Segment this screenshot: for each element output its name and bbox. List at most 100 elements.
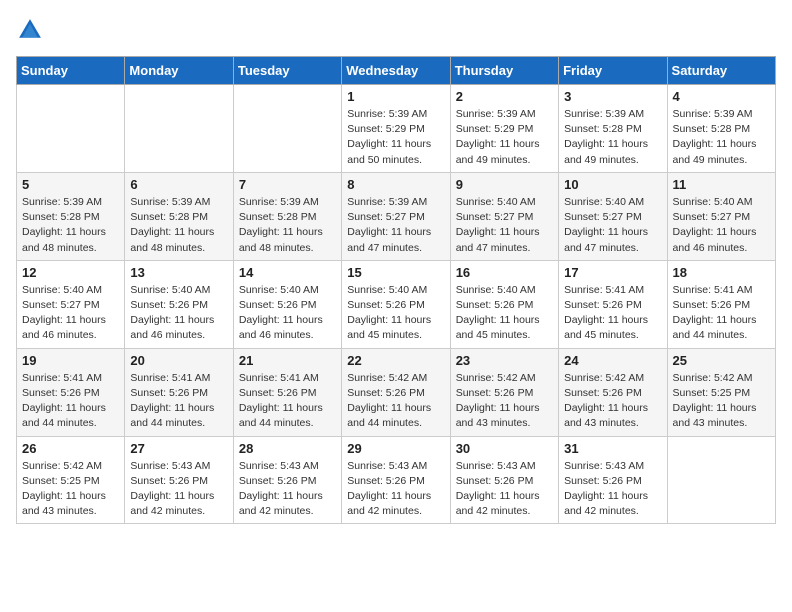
day-info: Sunrise: 5:39 AM Sunset: 5:29 PM Dayligh…	[347, 107, 444, 168]
calendar-cell: 31 Sunrise: 5:43 AM Sunset: 5:26 PM Dayli…	[559, 436, 667, 524]
logo-icon	[16, 16, 44, 44]
day-info: Sunrise: 5:39 AM Sunset: 5:28 PM Dayligh…	[22, 195, 119, 256]
header-friday: Friday	[559, 57, 667, 85]
day-info: Sunrise: 5:42 AM Sunset: 5:25 PM Dayligh…	[673, 371, 770, 432]
day-info: Sunrise: 5:40 AM Sunset: 5:26 PM Dayligh…	[456, 283, 553, 344]
day-number: 16	[456, 265, 553, 280]
calendar-table: SundayMondayTuesdayWednesdayThursdayFrid…	[16, 56, 776, 524]
day-info: Sunrise: 5:43 AM Sunset: 5:26 PM Dayligh…	[130, 459, 227, 520]
day-number: 25	[673, 353, 770, 368]
day-info: Sunrise: 5:43 AM Sunset: 5:26 PM Dayligh…	[564, 459, 661, 520]
day-number: 3	[564, 89, 661, 104]
day-number: 17	[564, 265, 661, 280]
day-info: Sunrise: 5:40 AM Sunset: 5:26 PM Dayligh…	[130, 283, 227, 344]
day-number: 23	[456, 353, 553, 368]
day-info: Sunrise: 5:39 AM Sunset: 5:28 PM Dayligh…	[673, 107, 770, 168]
day-info: Sunrise: 5:40 AM Sunset: 5:27 PM Dayligh…	[22, 283, 119, 344]
header-thursday: Thursday	[450, 57, 558, 85]
calendar-week-row: 19 Sunrise: 5:41 AM Sunset: 5:26 PM Dayli…	[17, 348, 776, 436]
calendar-cell: 4 Sunrise: 5:39 AM Sunset: 5:28 PM Daylig…	[667, 85, 775, 173]
day-number: 21	[239, 353, 336, 368]
calendar-cell: 10Sunrise: 5:40 AM Sunset: 5:27 PM Dayli…	[559, 172, 667, 260]
calendar-week-row: 5 Sunrise: 5:39 AM Sunset: 5:28 PM Daylig…	[17, 172, 776, 260]
header-tuesday: Tuesday	[233, 57, 341, 85]
calendar-cell: 24 Sunrise: 5:42 AM Sunset: 5:26 PM Dayli…	[559, 348, 667, 436]
calendar-cell: 14 Sunrise: 5:40 AM Sunset: 5:26 PM Dayli…	[233, 260, 341, 348]
calendar-cell	[233, 85, 341, 173]
day-info: Sunrise: 5:43 AM Sunset: 5:26 PM Dayligh…	[239, 459, 336, 520]
day-number: 6	[130, 177, 227, 192]
day-info: Sunrise: 5:42 AM Sunset: 5:26 PM Dayligh…	[347, 371, 444, 432]
calendar-cell: 5 Sunrise: 5:39 AM Sunset: 5:28 PM Daylig…	[17, 172, 125, 260]
day-info: Sunrise: 5:40 AM Sunset: 5:26 PM Dayligh…	[239, 283, 336, 344]
day-number: 15	[347, 265, 444, 280]
day-number: 12	[22, 265, 119, 280]
calendar-cell: 9 Sunrise: 5:40 AM Sunset: 5:27 PM Daylig…	[450, 172, 558, 260]
calendar-cell	[125, 85, 233, 173]
day-info: Sunrise: 5:43 AM Sunset: 5:26 PM Dayligh…	[347, 459, 444, 520]
calendar-cell: 12 Sunrise: 5:40 AM Sunset: 5:27 PM Dayli…	[17, 260, 125, 348]
day-info: Sunrise: 5:39 AM Sunset: 5:28 PM Dayligh…	[564, 107, 661, 168]
day-info: Sunrise: 5:40 AM Sunset: 5:26 PM Dayligh…	[347, 283, 444, 344]
day-number: 5	[22, 177, 119, 192]
day-number: 24	[564, 353, 661, 368]
day-number: 13	[130, 265, 227, 280]
day-number: 18	[673, 265, 770, 280]
day-number: 31	[564, 441, 661, 456]
calendar-cell: 20 Sunrise: 5:41 AM Sunset: 5:26 PM Dayli…	[125, 348, 233, 436]
day-number: 19	[22, 353, 119, 368]
day-info: Sunrise: 5:39 AM Sunset: 5:27 PM Dayligh…	[347, 195, 444, 256]
calendar-week-row: 26Sunrise: 5:42 AM Sunset: 5:25 PM Dayli…	[17, 436, 776, 524]
day-info: Sunrise: 5:39 AM Sunset: 5:28 PM Dayligh…	[239, 195, 336, 256]
day-number: 8	[347, 177, 444, 192]
day-number: 10	[564, 177, 661, 192]
day-number: 27	[130, 441, 227, 456]
calendar-cell: 7 Sunrise: 5:39 AM Sunset: 5:28 PM Daylig…	[233, 172, 341, 260]
day-info: Sunrise: 5:41 AM Sunset: 5:26 PM Dayligh…	[22, 371, 119, 432]
calendar-cell: 28 Sunrise: 5:43 AM Sunset: 5:26 PM Dayli…	[233, 436, 341, 524]
day-number: 29	[347, 441, 444, 456]
day-info: Sunrise: 5:39 AM Sunset: 5:29 PM Dayligh…	[456, 107, 553, 168]
day-number: 2	[456, 89, 553, 104]
day-number: 14	[239, 265, 336, 280]
day-info: Sunrise: 5:41 AM Sunset: 5:26 PM Dayligh…	[239, 371, 336, 432]
calendar-cell: 3 Sunrise: 5:39 AM Sunset: 5:28 PM Daylig…	[559, 85, 667, 173]
header-sunday: Sunday	[17, 57, 125, 85]
day-number: 4	[673, 89, 770, 104]
calendar-cell: 26Sunrise: 5:42 AM Sunset: 5:25 PM Dayli…	[17, 436, 125, 524]
header-wednesday: Wednesday	[342, 57, 450, 85]
calendar-week-row: 12 Sunrise: 5:40 AM Sunset: 5:27 PM Dayli…	[17, 260, 776, 348]
day-number: 28	[239, 441, 336, 456]
day-number: 9	[456, 177, 553, 192]
day-info: Sunrise: 5:40 AM Sunset: 5:27 PM Dayligh…	[673, 195, 770, 256]
day-info: Sunrise: 5:40 AM Sunset: 5:27 PM Dayligh…	[456, 195, 553, 256]
calendar-cell: 22Sunrise: 5:42 AM Sunset: 5:26 PM Dayli…	[342, 348, 450, 436]
day-info: Sunrise: 5:42 AM Sunset: 5:26 PM Dayligh…	[564, 371, 661, 432]
calendar-cell: 16 Sunrise: 5:40 AM Sunset: 5:26 PM Dayli…	[450, 260, 558, 348]
day-number: 26	[22, 441, 119, 456]
day-info: Sunrise: 5:43 AM Sunset: 5:26 PM Dayligh…	[456, 459, 553, 520]
day-number: 11	[673, 177, 770, 192]
calendar-cell: 19 Sunrise: 5:41 AM Sunset: 5:26 PM Dayli…	[17, 348, 125, 436]
day-number: 7	[239, 177, 336, 192]
day-info: Sunrise: 5:42 AM Sunset: 5:26 PM Dayligh…	[456, 371, 553, 432]
calendar-cell: 8 Sunrise: 5:39 AM Sunset: 5:27 PM Daylig…	[342, 172, 450, 260]
calendar-cell: 30 Sunrise: 5:43 AM Sunset: 5:26 PM Dayli…	[450, 436, 558, 524]
calendar-cell: 13 Sunrise: 5:40 AM Sunset: 5:26 PM Dayli…	[125, 260, 233, 348]
day-info: Sunrise: 5:41 AM Sunset: 5:26 PM Dayligh…	[130, 371, 227, 432]
logo	[16, 16, 48, 44]
day-number: 20	[130, 353, 227, 368]
page-header	[16, 16, 776, 44]
header-monday: Monday	[125, 57, 233, 85]
header-saturday: Saturday	[667, 57, 775, 85]
calendar-cell: 21 Sunrise: 5:41 AM Sunset: 5:26 PM Dayli…	[233, 348, 341, 436]
calendar-cell: 27 Sunrise: 5:43 AM Sunset: 5:26 PM Dayli…	[125, 436, 233, 524]
calendar-cell: 15 Sunrise: 5:40 AM Sunset: 5:26 PM Dayli…	[342, 260, 450, 348]
calendar-cell: 6 Sunrise: 5:39 AM Sunset: 5:28 PM Daylig…	[125, 172, 233, 260]
calendar-cell: 2 Sunrise: 5:39 AM Sunset: 5:29 PM Daylig…	[450, 85, 558, 173]
day-number: 30	[456, 441, 553, 456]
day-info: Sunrise: 5:41 AM Sunset: 5:26 PM Dayligh…	[564, 283, 661, 344]
day-info: Sunrise: 5:39 AM Sunset: 5:28 PM Dayligh…	[130, 195, 227, 256]
calendar-cell	[17, 85, 125, 173]
calendar-cell	[667, 436, 775, 524]
